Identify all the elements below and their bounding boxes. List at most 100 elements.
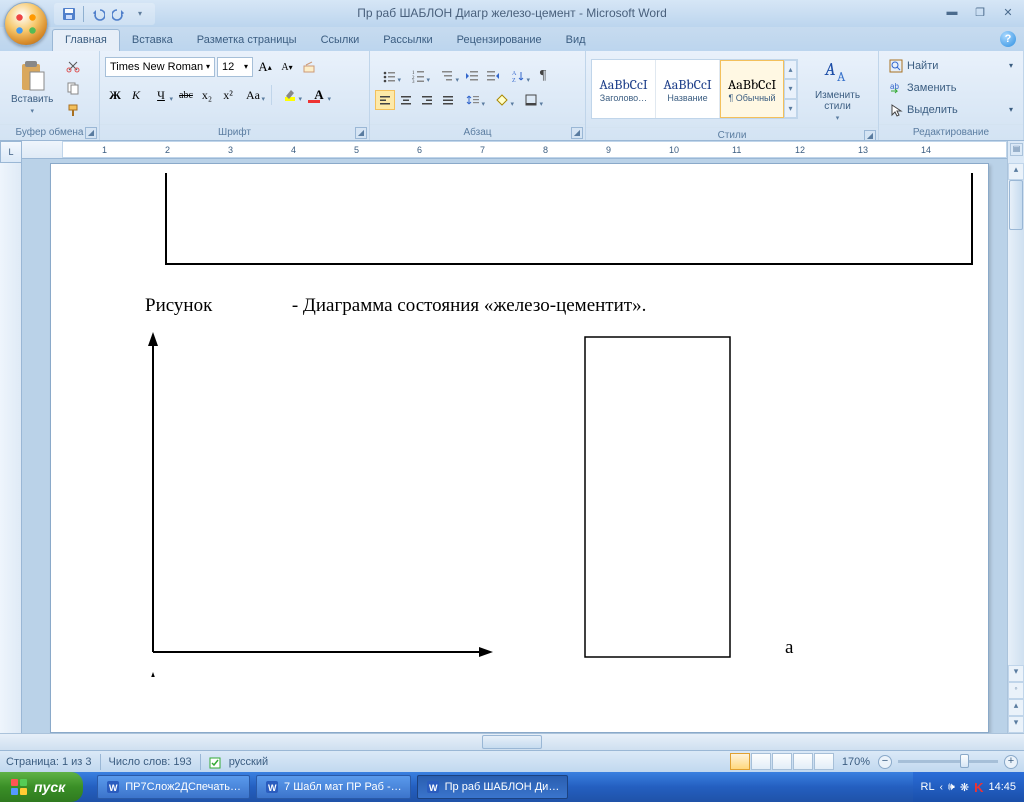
taskbar-item-2[interactable]: W 7 Шабл мат ПР Раб -…	[256, 775, 411, 799]
style-normal[interactable]: AaBbCcI¶ Обычный	[720, 60, 784, 118]
decrease-indent-icon[interactable]	[462, 66, 482, 86]
borders-icon[interactable]	[517, 90, 545, 110]
qat-menu-icon[interactable]: ▾	[131, 5, 149, 23]
replace-button[interactable]: abЗаменить	[885, 77, 1017, 98]
font-launcher[interactable]: ◢	[355, 127, 367, 139]
shrink-font-icon[interactable]: A▾	[277, 57, 297, 77]
vertical-ruler[interactable]	[0, 163, 22, 733]
bullets-icon[interactable]	[375, 66, 403, 86]
view-draft[interactable]	[814, 753, 834, 770]
superscript-button[interactable]: x²	[218, 85, 238, 105]
tab-mailings[interactable]: Рассылки	[371, 30, 444, 51]
undo-icon[interactable]	[89, 5, 107, 23]
italic-button[interactable]: К	[126, 85, 146, 105]
tray-lang[interactable]: RL	[921, 781, 935, 793]
minimize-button[interactable]: ▬	[940, 4, 964, 20]
tray-hide-icon[interactable]: ‹	[940, 782, 943, 793]
tray-clock[interactable]: 14:45	[988, 781, 1016, 793]
scroll-down-icon[interactable]: ▾	[1008, 665, 1024, 682]
clipboard-launcher[interactable]: ◢	[85, 127, 97, 139]
multilevel-icon[interactable]	[433, 66, 461, 86]
align-right-icon[interactable]	[417, 90, 437, 110]
line-spacing-icon[interactable]	[459, 90, 487, 110]
grow-font-icon[interactable]: A▴	[255, 57, 275, 77]
change-styles-button[interactable]: AA Изменить стили ▾	[802, 53, 873, 125]
align-center-icon[interactable]	[396, 90, 416, 110]
ruler-toggle-icon[interactable]: ▤	[1010, 143, 1023, 156]
cut-icon[interactable]	[63, 56, 83, 76]
tab-selector[interactable]: L	[0, 141, 22, 163]
tab-references[interactable]: Ссылки	[309, 30, 372, 51]
underline-button[interactable]: Ч	[147, 85, 175, 105]
taskbar-item-3[interactable]: W Пр раб ШАБЛОН Ди…	[417, 775, 569, 799]
prev-page-icon[interactable]: ▴	[1008, 699, 1024, 716]
tab-layout[interactable]: Разметка страницы	[185, 30, 309, 51]
scroll-up-icon[interactable]: ▴	[1008, 163, 1024, 180]
subscript-button[interactable]: x₂	[197, 85, 217, 105]
save-icon[interactable]	[60, 5, 78, 23]
justify-icon[interactable]	[438, 90, 458, 110]
sort-icon[interactable]: AZ	[504, 66, 532, 86]
office-button[interactable]	[4, 2, 48, 46]
format-painter-icon[interactable]	[63, 100, 83, 120]
clear-format-icon[interactable]	[299, 57, 319, 77]
tray-network-icon[interactable]: ❋	[960, 781, 969, 794]
font-size-combo[interactable]: 12▾	[217, 57, 253, 77]
show-marks-icon[interactable]: ¶	[533, 66, 553, 86]
paste-button[interactable]: Вставить ▾	[5, 57, 59, 118]
status-page[interactable]: Страница: 1 из 3	[6, 756, 92, 768]
highlight-button[interactable]	[276, 85, 304, 105]
strike-button[interactable]: abc	[176, 85, 196, 105]
change-case-button[interactable]: Aa	[239, 85, 267, 105]
align-left-icon[interactable]	[375, 90, 395, 110]
tab-home[interactable]: Главная	[52, 29, 120, 51]
horizontal-scrollbar[interactable]	[0, 733, 1024, 750]
tab-view[interactable]: Вид	[554, 30, 598, 51]
style-heading[interactable]: AaBbCcIЗаголово…	[592, 60, 656, 118]
styles-more-icon[interactable]: ▾	[784, 99, 797, 118]
tray-av-icon[interactable]: K	[974, 780, 983, 795]
styles-down-icon[interactable]: ▾	[784, 79, 797, 98]
vertical-scrollbar[interactable]: ▴ ▾ ◦ ▴ ▾	[1007, 163, 1024, 733]
view-full-screen[interactable]	[751, 753, 771, 770]
tab-insert[interactable]: Вставка	[120, 30, 185, 51]
next-page-icon[interactable]: ▾	[1008, 716, 1024, 733]
view-print-layout[interactable]	[730, 753, 750, 770]
zoom-level[interactable]: 170%	[842, 756, 870, 768]
close-button[interactable]: ✕	[996, 4, 1020, 20]
taskbar-item-1[interactable]: W ПР7Слож2ДСпечать…	[97, 775, 250, 799]
tray-sound-icon[interactable]: 🕪	[948, 781, 955, 794]
shading-icon[interactable]	[488, 90, 516, 110]
zoom-in-button[interactable]: +	[1004, 755, 1018, 769]
group-editing-label: Редактирование	[879, 124, 1023, 140]
styles-up-icon[interactable]: ▴	[784, 60, 797, 79]
status-words[interactable]: Число слов: 193	[109, 756, 192, 768]
status-language[interactable]: русский	[229, 756, 268, 768]
doc-letter-a: а	[785, 637, 793, 659]
help-icon[interactable]: ?	[1000, 31, 1016, 47]
horizontal-ruler[interactable]: 1234567891011121314	[22, 141, 1007, 159]
style-title[interactable]: AaBbCcIНазвание	[656, 60, 720, 118]
zoom-out-button[interactable]: −	[878, 755, 892, 769]
scroll-thumb[interactable]	[1009, 180, 1023, 230]
tab-review[interactable]: Рецензирование	[445, 30, 554, 51]
paragraph-launcher[interactable]: ◢	[571, 127, 583, 139]
bold-button[interactable]: Ж	[105, 85, 125, 105]
font-color-button[interactable]: A	[305, 85, 333, 105]
document-area[interactable]: Рисунок - Диаграмма состояния «железо-це…	[22, 163, 1007, 733]
zoom-slider[interactable]	[898, 760, 998, 763]
status-proof-icon[interactable]	[209, 755, 223, 769]
font-name-combo[interactable]: Times New Roman▾	[105, 57, 215, 77]
select-button[interactable]: Выделить▾	[885, 99, 1017, 120]
browse-object-icon[interactable]: ◦	[1008, 682, 1024, 699]
increase-indent-icon[interactable]	[483, 66, 503, 86]
restore-button[interactable]: ❐	[968, 4, 992, 20]
styles-gallery[interactable]: AaBbCcIЗаголово… AaBbCcIНазвание AaBbCcI…	[591, 59, 798, 119]
view-web-layout[interactable]	[772, 753, 792, 770]
find-button[interactable]: Найти▾	[885, 55, 1017, 76]
redo-icon[interactable]	[110, 5, 128, 23]
copy-icon[interactable]	[63, 78, 83, 98]
start-button[interactable]: пуск	[0, 772, 83, 802]
numbering-icon[interactable]: 123	[404, 66, 432, 86]
view-outline[interactable]	[793, 753, 813, 770]
